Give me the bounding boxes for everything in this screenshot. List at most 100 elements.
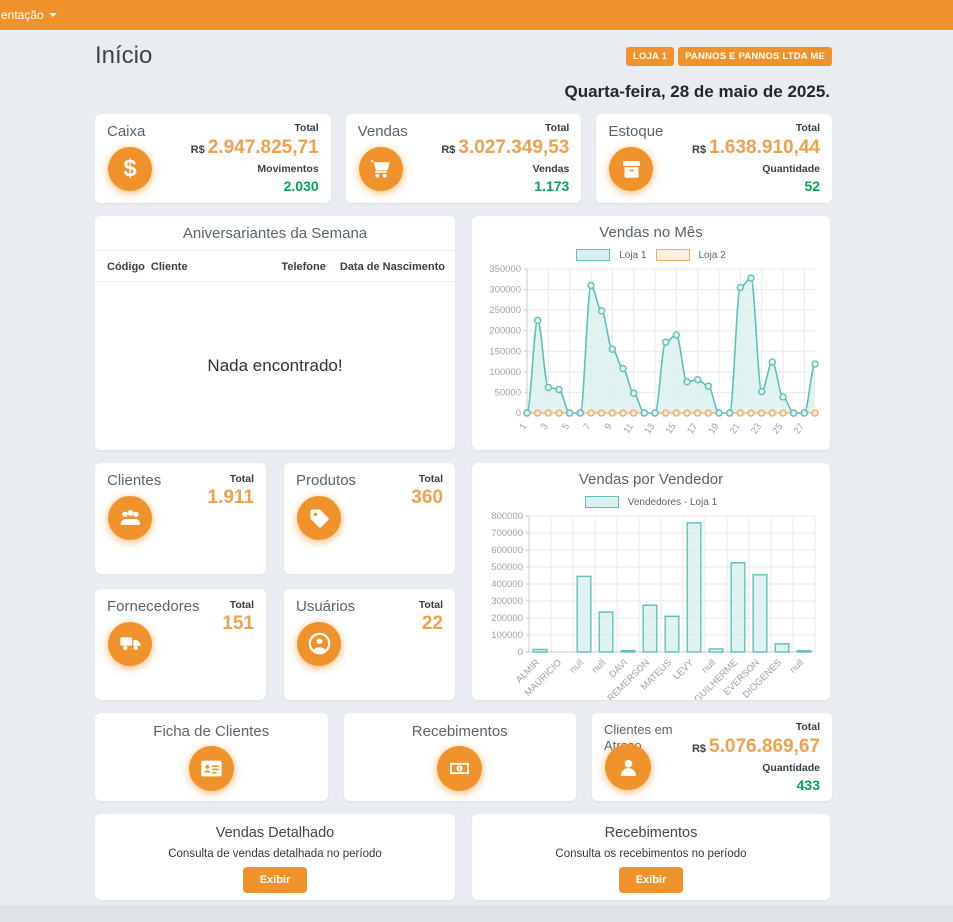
svg-text:700000: 700000 <box>491 528 523 539</box>
truck-icon <box>108 622 152 666</box>
atraso-count-value: 433 <box>692 776 820 796</box>
recebimentos-title: Recebimentos <box>412 723 508 740</box>
tag-icon <box>297 496 341 540</box>
estoque-total-value: 1.638.910,44 <box>709 137 820 158</box>
legend-swatch-vendedores <box>585 496 619 508</box>
recebimentos-card[interactable]: Recebimentos <box>344 713 577 801</box>
svg-text:null: null <box>568 657 586 675</box>
person-icon <box>605 744 651 790</box>
svg-text:null: null <box>590 657 608 675</box>
col-telefone: Telefone <box>281 261 325 273</box>
month-chart-legend: Loja 1 Loja 2 <box>481 249 821 261</box>
recebimentos-report-title: Recebimentos <box>605 825 698 841</box>
vendas-no-mes-title: Vendas no Mês <box>481 224 821 241</box>
legend-label-vendedores: Vendedores - Loja 1 <box>628 497 718 508</box>
ficha-de-clientes-title: Ficha de Clientes <box>153 723 269 740</box>
total-label: Total <box>230 472 254 488</box>
box-icon <box>609 147 653 191</box>
svg-text:9: 9 <box>603 421 615 432</box>
current-date: Quarta-feira, 28 de maio de 2025. <box>95 82 830 102</box>
clientes-em-atraso-card: Clientes em Atraso Total R$5.076.869,67 … <box>592 713 832 801</box>
page-title: Início <box>95 42 152 70</box>
id-card-icon <box>189 746 234 791</box>
footer-strip <box>0 905 953 922</box>
vendas-por-vendedor-title: Vendas por Vendedor <box>481 471 821 488</box>
caret-down-icon <box>49 13 57 17</box>
people-icon <box>108 496 152 540</box>
company-badge[interactable]: PANNOS E PANNOS LTDA ME <box>678 47 832 66</box>
svg-text:null: null <box>700 657 718 675</box>
vendas-detalhado-card: Vendas Detalhado Consulta de vendas deta… <box>95 814 455 900</box>
svg-text:50000: 50000 <box>495 387 521 398</box>
user-circle-icon <box>297 622 341 666</box>
vendas-total-value: 3.027.349,53 <box>458 137 569 158</box>
stat-cards-row: Caixa $ Total R$2.947.825,71 Movimentos … <box>95 114 832 203</box>
caixa-card: Caixa $ Total R$2.947.825,71 Movimentos … <box>95 114 331 203</box>
svg-text:250000: 250000 <box>489 305 521 316</box>
total-label: Total <box>419 472 443 488</box>
aniversariantes-card: Aniversariantes da Semana Código Cliente… <box>95 216 455 450</box>
aniversariantes-title: Aniversariantes da Semana <box>95 216 455 251</box>
svg-text:5: 5 <box>560 421 572 432</box>
nav-menu-item[interactable]: entação <box>0 0 63 30</box>
svg-text:200000: 200000 <box>491 613 523 624</box>
svg-text:100000: 100000 <box>491 630 523 641</box>
vendas-por-vendedor-chart: 0 100000 200000 300000 400000 500000 600000 700… <box>481 510 821 700</box>
exibir-recebimentos-button[interactable]: Exibir <box>619 867 684 893</box>
svg-text:15: 15 <box>664 421 679 436</box>
caixa-total-value: 2.947.825,71 <box>208 137 319 158</box>
estoque-count-value: 52 <box>692 177 820 197</box>
currency-prefix: R$ <box>441 144 455 156</box>
fornecedores-card: Fornecedores Total 151 <box>95 589 266 700</box>
svg-text:null: null <box>788 657 806 675</box>
usuarios-card: Usuários Total 22 <box>284 589 455 700</box>
banknote-icon <box>437 746 482 791</box>
currency-prefix: R$ <box>692 743 706 755</box>
nav-menu-label: entação <box>1 8 44 22</box>
empty-message: Nada encontrado! <box>207 356 342 376</box>
vendas-count-value: 1.173 <box>441 177 569 197</box>
vendas-detalhado-title: Vendas Detalhado <box>216 825 335 841</box>
caixa-count-value: 2.030 <box>191 177 319 197</box>
col-codigo: Código <box>107 261 145 273</box>
produtos-value: 360 <box>411 487 443 509</box>
total-label: Total <box>692 121 820 137</box>
svg-text:800000: 800000 <box>491 511 523 522</box>
vendas-detalhado-desc: Consulta de vendas detalhada no período <box>168 848 382 860</box>
total-label: Total <box>692 720 820 736</box>
top-navbar: entação <box>0 0 953 30</box>
svg-text:7: 7 <box>581 421 593 432</box>
store-badge[interactable]: LOJA 1 <box>626 47 674 66</box>
exibir-vendas-button[interactable]: Exibir <box>243 867 308 893</box>
legend-label-loja2: Loja 2 <box>699 250 726 261</box>
total-label: Total <box>419 598 443 614</box>
svg-text:1: 1 <box>517 421 529 432</box>
svg-text:13: 13 <box>642 421 657 436</box>
svg-text:0: 0 <box>518 647 523 658</box>
svg-text:23: 23 <box>749 421 764 436</box>
svg-text:25: 25 <box>770 421 785 436</box>
dollar-icon: $ <box>108 147 152 191</box>
svg-text:600000: 600000 <box>491 545 523 556</box>
estoque-card: Estoque Total R$1.638.910,44 Quantidade … <box>596 114 832 203</box>
legend-swatch-loja2 <box>656 249 690 261</box>
total-label: Total <box>230 598 254 614</box>
svg-text:300000: 300000 <box>489 285 521 296</box>
currency-prefix: R$ <box>692 144 706 156</box>
atraso-total-value: 5.076.869,67 <box>709 736 820 757</box>
vendas-count-label: Vendas <box>441 162 569 178</box>
dashboard-page: Início LOJA 1 PANNOS E PANNOS LTDA ME Qu… <box>0 30 953 905</box>
svg-text:17: 17 <box>685 421 700 436</box>
svg-text:300000: 300000 <box>491 596 523 607</box>
usuarios-value: 22 <box>422 613 443 635</box>
total-label: Total <box>191 121 319 137</box>
svg-text:500000: 500000 <box>491 562 523 573</box>
svg-text:27: 27 <box>792 421 807 436</box>
recebimentos-report-desc: Consulta os recebimentos no período <box>555 848 746 860</box>
total-label: Total <box>441 121 569 137</box>
svg-text:0: 0 <box>516 408 521 419</box>
svg-text:400000: 400000 <box>491 579 523 590</box>
count-cards-grid: Clientes Total 1.911 Produtos Total 360 … <box>95 463 455 700</box>
legend-label-loja1: Loja 1 <box>619 250 646 261</box>
ficha-de-clientes-card[interactable]: Ficha de Clientes <box>95 713 328 801</box>
